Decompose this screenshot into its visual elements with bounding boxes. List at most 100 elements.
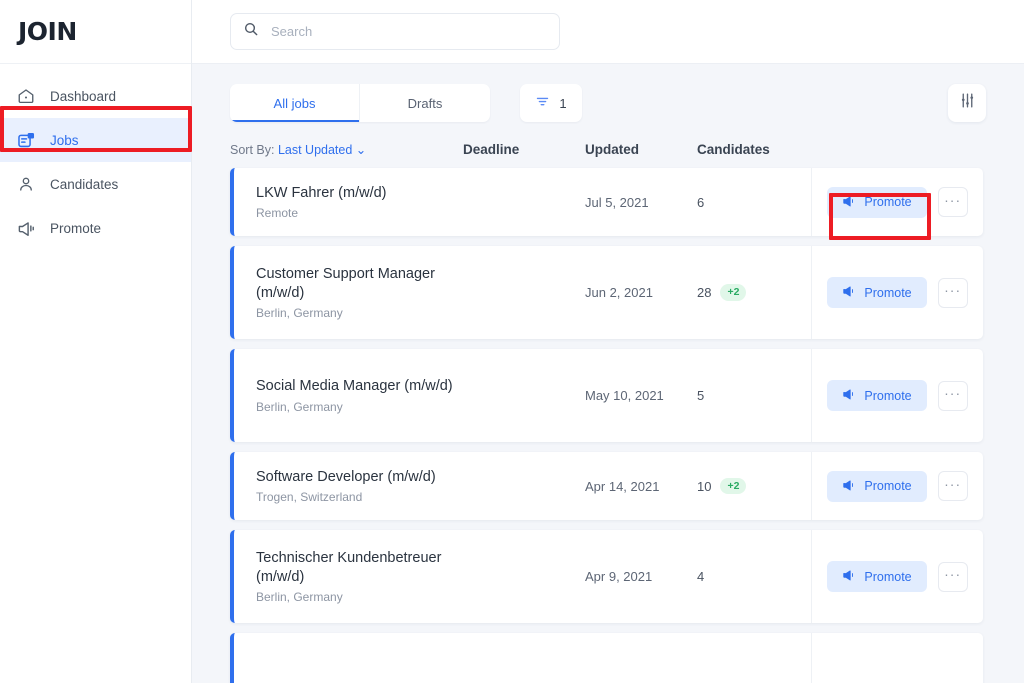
sidebar-item-jobs[interactable]: Jobs bbox=[0, 118, 191, 162]
job-updated: Jul 5, 2021 bbox=[585, 194, 649, 210]
status-badge: +2 bbox=[720, 284, 747, 301]
sliders-icon bbox=[959, 92, 976, 114]
job-row-main: LKW Fahrer (m/w/d) Remote Jul 5, 2021 6 bbox=[234, 168, 811, 236]
job-location: Berlin, Germany bbox=[256, 399, 343, 414]
tab-drafts[interactable]: Drafts bbox=[360, 84, 490, 122]
job-row-main: Social Media Manager (m/w/d) Berlin, Ger… bbox=[234, 349, 811, 442]
candidate-count: 10 bbox=[697, 478, 712, 494]
promote-button[interactable]: Promote bbox=[827, 380, 927, 411]
job-actions: Promote ··· bbox=[811, 452, 983, 520]
megaphone-icon bbox=[16, 218, 36, 238]
candidate-count: 4 bbox=[697, 569, 705, 584]
job-info: Social Media Manager (m/w/d) Berlin, Ger… bbox=[256, 377, 463, 413]
tab-all-jobs[interactable]: All jobs bbox=[230, 84, 360, 122]
table-row[interactable]: Customer Support Manager (m/w/d) Berlin,… bbox=[230, 246, 983, 339]
job-title: Technischer Kundenbetreuer (m/w/d) bbox=[256, 549, 442, 585]
search-icon bbox=[243, 21, 259, 42]
tab-label: Drafts bbox=[407, 95, 443, 111]
sidebar-item-promote[interactable]: Promote bbox=[0, 206, 191, 250]
filter-icon bbox=[535, 94, 550, 112]
sidebar-item-label: Promote bbox=[50, 220, 102, 236]
job-actions: Promote ··· bbox=[811, 530, 983, 623]
jobs-icon bbox=[16, 130, 36, 150]
table-row[interactable]: Software Developer (m/w/d) Trogen, Switz… bbox=[230, 452, 983, 520]
sort-by-value[interactable]: Last Updated bbox=[278, 143, 352, 157]
megaphone-icon bbox=[842, 478, 856, 495]
promote-button[interactable]: Promote bbox=[827, 470, 927, 502]
job-updated: Jun 2, 2021 bbox=[585, 285, 653, 300]
content-panel: All jobs Drafts 1 Sort By: Last Updated … bbox=[192, 64, 1024, 683]
column-header-updated: Updated bbox=[585, 141, 639, 157]
job-title: Software Developer (m/w/d) bbox=[256, 468, 436, 485]
column-header-deadline: Deadline bbox=[463, 141, 520, 157]
promote-label: Promote bbox=[864, 479, 912, 493]
column-header-candidates: Candidates bbox=[697, 141, 770, 157]
ellipsis-icon: ··· bbox=[944, 282, 962, 298]
table-settings-button[interactable] bbox=[948, 84, 986, 122]
table-row[interactable]: LKW Fahrer (m/w/d) Remote Jul 5, 2021 6 bbox=[230, 168, 983, 236]
job-info: Software Developer (m/w/d) Trogen, Switz… bbox=[256, 468, 481, 504]
sidebar-item-label: Jobs bbox=[50, 132, 79, 148]
table-row[interactable]: Social Media Manager (m/w/d) Berlin, Ger… bbox=[230, 349, 983, 442]
search-bar[interactable] bbox=[230, 13, 560, 50]
promote-label: Promote bbox=[864, 285, 912, 300]
promote-button[interactable]: Promote bbox=[827, 561, 927, 592]
job-row-main: Software Developer (m/w/d) Trogen, Switz… bbox=[234, 452, 811, 520]
promote-label: Promote bbox=[864, 569, 912, 584]
more-options-button[interactable]: ··· bbox=[937, 471, 968, 501]
brand-logo[interactable]: JOIN bbox=[0, 0, 191, 64]
promote-label: Promote bbox=[864, 195, 912, 209]
job-updated: Apr 9, 2021 bbox=[585, 569, 653, 584]
table-header-row: Sort By: Last Updated ⌄ Deadline Updated… bbox=[230, 140, 986, 168]
sidebar-nav: Dashboard Jobs Candidates Promote bbox=[0, 64, 191, 250]
top-bar bbox=[192, 0, 1024, 64]
megaphone-icon bbox=[842, 194, 856, 211]
candidate-count: 5 bbox=[697, 388, 705, 403]
job-info: Customer Support Manager (m/w/d) Berlin,… bbox=[256, 265, 463, 321]
sidebar-item-dashboard[interactable]: Dashboard bbox=[0, 74, 191, 118]
ellipsis-icon: ··· bbox=[944, 566, 962, 582]
job-title: Social Media Manager (m/w/d) bbox=[256, 378, 453, 395]
search-input[interactable] bbox=[271, 24, 547, 39]
candidate-count: 6 bbox=[697, 194, 705, 210]
job-actions: Promote ··· bbox=[811, 168, 983, 236]
candidate-count: 28 bbox=[697, 285, 712, 300]
sort-by-label: Sort By: bbox=[230, 142, 275, 157]
toolbar: All jobs Drafts 1 bbox=[230, 84, 986, 122]
more-options-button[interactable]: ··· bbox=[937, 561, 968, 592]
job-row-main: Technischer Kundenbetreuer (m/w/d) Berli… bbox=[234, 530, 811, 623]
tab-group: All jobs Drafts bbox=[230, 84, 490, 122]
job-list: LKW Fahrer (m/w/d) Remote Jul 5, 2021 6 bbox=[230, 168, 986, 683]
promote-label: Promote bbox=[864, 388, 912, 403]
sidebar-item-label: Dashboard bbox=[50, 88, 117, 104]
table-row[interactable]: Technischer Kundenbetreuer (m/w/d) Berli… bbox=[230, 530, 983, 623]
main-area: All jobs Drafts 1 bbox=[192, 0, 1024, 683]
more-options-button[interactable]: ··· bbox=[937, 380, 968, 411]
tab-label: All jobs bbox=[273, 95, 316, 111]
home-icon bbox=[16, 86, 36, 106]
job-location: Berlin, Germany bbox=[256, 590, 343, 605]
ellipsis-icon: ··· bbox=[944, 191, 962, 208]
job-candidates: 10 +2 bbox=[697, 477, 811, 495]
table-row[interactable] bbox=[230, 633, 983, 683]
job-location: Berlin, Germany bbox=[256, 306, 343, 321]
ellipsis-icon: ··· bbox=[944, 475, 962, 492]
promote-button[interactable]: Promote bbox=[827, 186, 927, 218]
sort-by-control[interactable]: Sort By: Last Updated ⌄ bbox=[230, 142, 463, 157]
megaphone-icon bbox=[842, 387, 856, 404]
job-title: LKW Fahrer (m/w/d) bbox=[256, 184, 387, 201]
job-title: Customer Support Manager (m/w/d) bbox=[256, 265, 435, 301]
sidebar-item-candidates[interactable]: Candidates bbox=[0, 162, 191, 206]
sidebar: JOIN Dashboard Jobs Candidates Promote bbox=[0, 0, 192, 683]
job-location: Remote bbox=[256, 206, 299, 221]
job-actions: Promote ··· bbox=[811, 349, 983, 442]
filter-button[interactable]: 1 bbox=[520, 84, 582, 122]
ellipsis-icon: ··· bbox=[944, 385, 962, 401]
job-row-main bbox=[234, 633, 811, 683]
job-info: LKW Fahrer (m/w/d) Remote bbox=[256, 184, 463, 220]
more-options-button[interactable]: ··· bbox=[937, 277, 968, 308]
more-options-button[interactable]: ··· bbox=[937, 187, 968, 217]
job-actions: Promote ··· bbox=[811, 246, 983, 339]
chevron-down-icon[interactable]: ⌄ bbox=[356, 143, 366, 157]
promote-button[interactable]: Promote bbox=[827, 277, 927, 308]
